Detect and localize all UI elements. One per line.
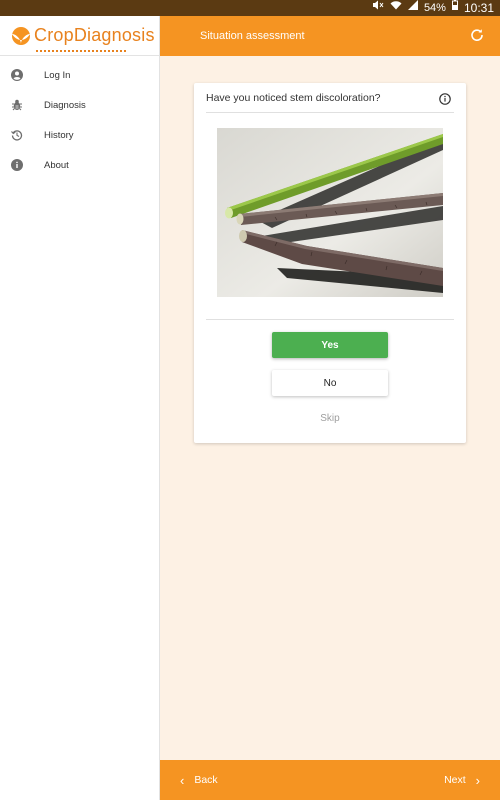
sidebar-item-history[interactable]: History bbox=[0, 120, 159, 150]
clock: 10:31 bbox=[463, 1, 494, 15]
back-label: Back bbox=[194, 774, 218, 786]
nav-list: Log In Diagnosis History About bbox=[0, 56, 159, 180]
battery-icon bbox=[451, 0, 458, 16]
sidebar-item-login[interactable]: Log In bbox=[0, 60, 159, 90]
bug-icon bbox=[11, 99, 23, 111]
leaf-logo-icon bbox=[10, 26, 32, 45]
logo-underline bbox=[36, 50, 128, 52]
signal-icon bbox=[407, 0, 418, 16]
sidebar-item-label: History bbox=[44, 129, 74, 141]
sidebar-item-label: Diagnosis bbox=[44, 99, 86, 111]
sidebar-item-diagnosis[interactable]: Diagnosis bbox=[0, 90, 159, 120]
card-divider bbox=[206, 319, 454, 320]
navigation-drawer: CropDiagnosis Log In Diagnosis History A bbox=[0, 16, 160, 800]
next-label: Next bbox=[444, 774, 466, 786]
question-text: Have you noticed stem discoloration? bbox=[206, 91, 381, 104]
chevron-right-icon: › bbox=[475, 772, 480, 788]
page-title: Situation assessment bbox=[200, 30, 305, 42]
refresh-icon[interactable] bbox=[470, 28, 484, 42]
yes-button[interactable]: Yes bbox=[272, 332, 388, 358]
mute-icon bbox=[372, 0, 384, 16]
card-header: Have you noticed stem discoloration? bbox=[206, 83, 454, 113]
info-icon[interactable] bbox=[439, 93, 451, 105]
top-app-bar: Situation assessment bbox=[160, 16, 500, 56]
bottom-navigation-bar: ‹ Back Next › bbox=[160, 760, 500, 800]
battery-percent: 54% bbox=[423, 2, 446, 14]
skip-button[interactable]: Skip bbox=[272, 413, 388, 424]
account-icon bbox=[11, 69, 23, 81]
sidebar-item-about[interactable]: About bbox=[0, 150, 159, 180]
sidebar-item-label: About bbox=[44, 159, 69, 171]
question-card: Have you noticed stem discoloration? Yes… bbox=[194, 83, 466, 443]
status-bar: 54% 10:31 bbox=[0, 0, 500, 16]
next-button[interactable]: Next › bbox=[444, 774, 480, 787]
history-icon bbox=[11, 129, 23, 141]
chevron-left-icon: ‹ bbox=[180, 772, 185, 788]
info-icon bbox=[11, 159, 23, 171]
logo-text: CropDiagnosis bbox=[34, 25, 155, 45]
wifi-icon bbox=[390, 0, 402, 16]
back-button[interactable]: ‹ Back bbox=[180, 774, 218, 787]
stem-photo bbox=[217, 128, 443, 297]
no-button[interactable]: No bbox=[272, 370, 388, 396]
sidebar-item-label: Log In bbox=[44, 69, 71, 81]
